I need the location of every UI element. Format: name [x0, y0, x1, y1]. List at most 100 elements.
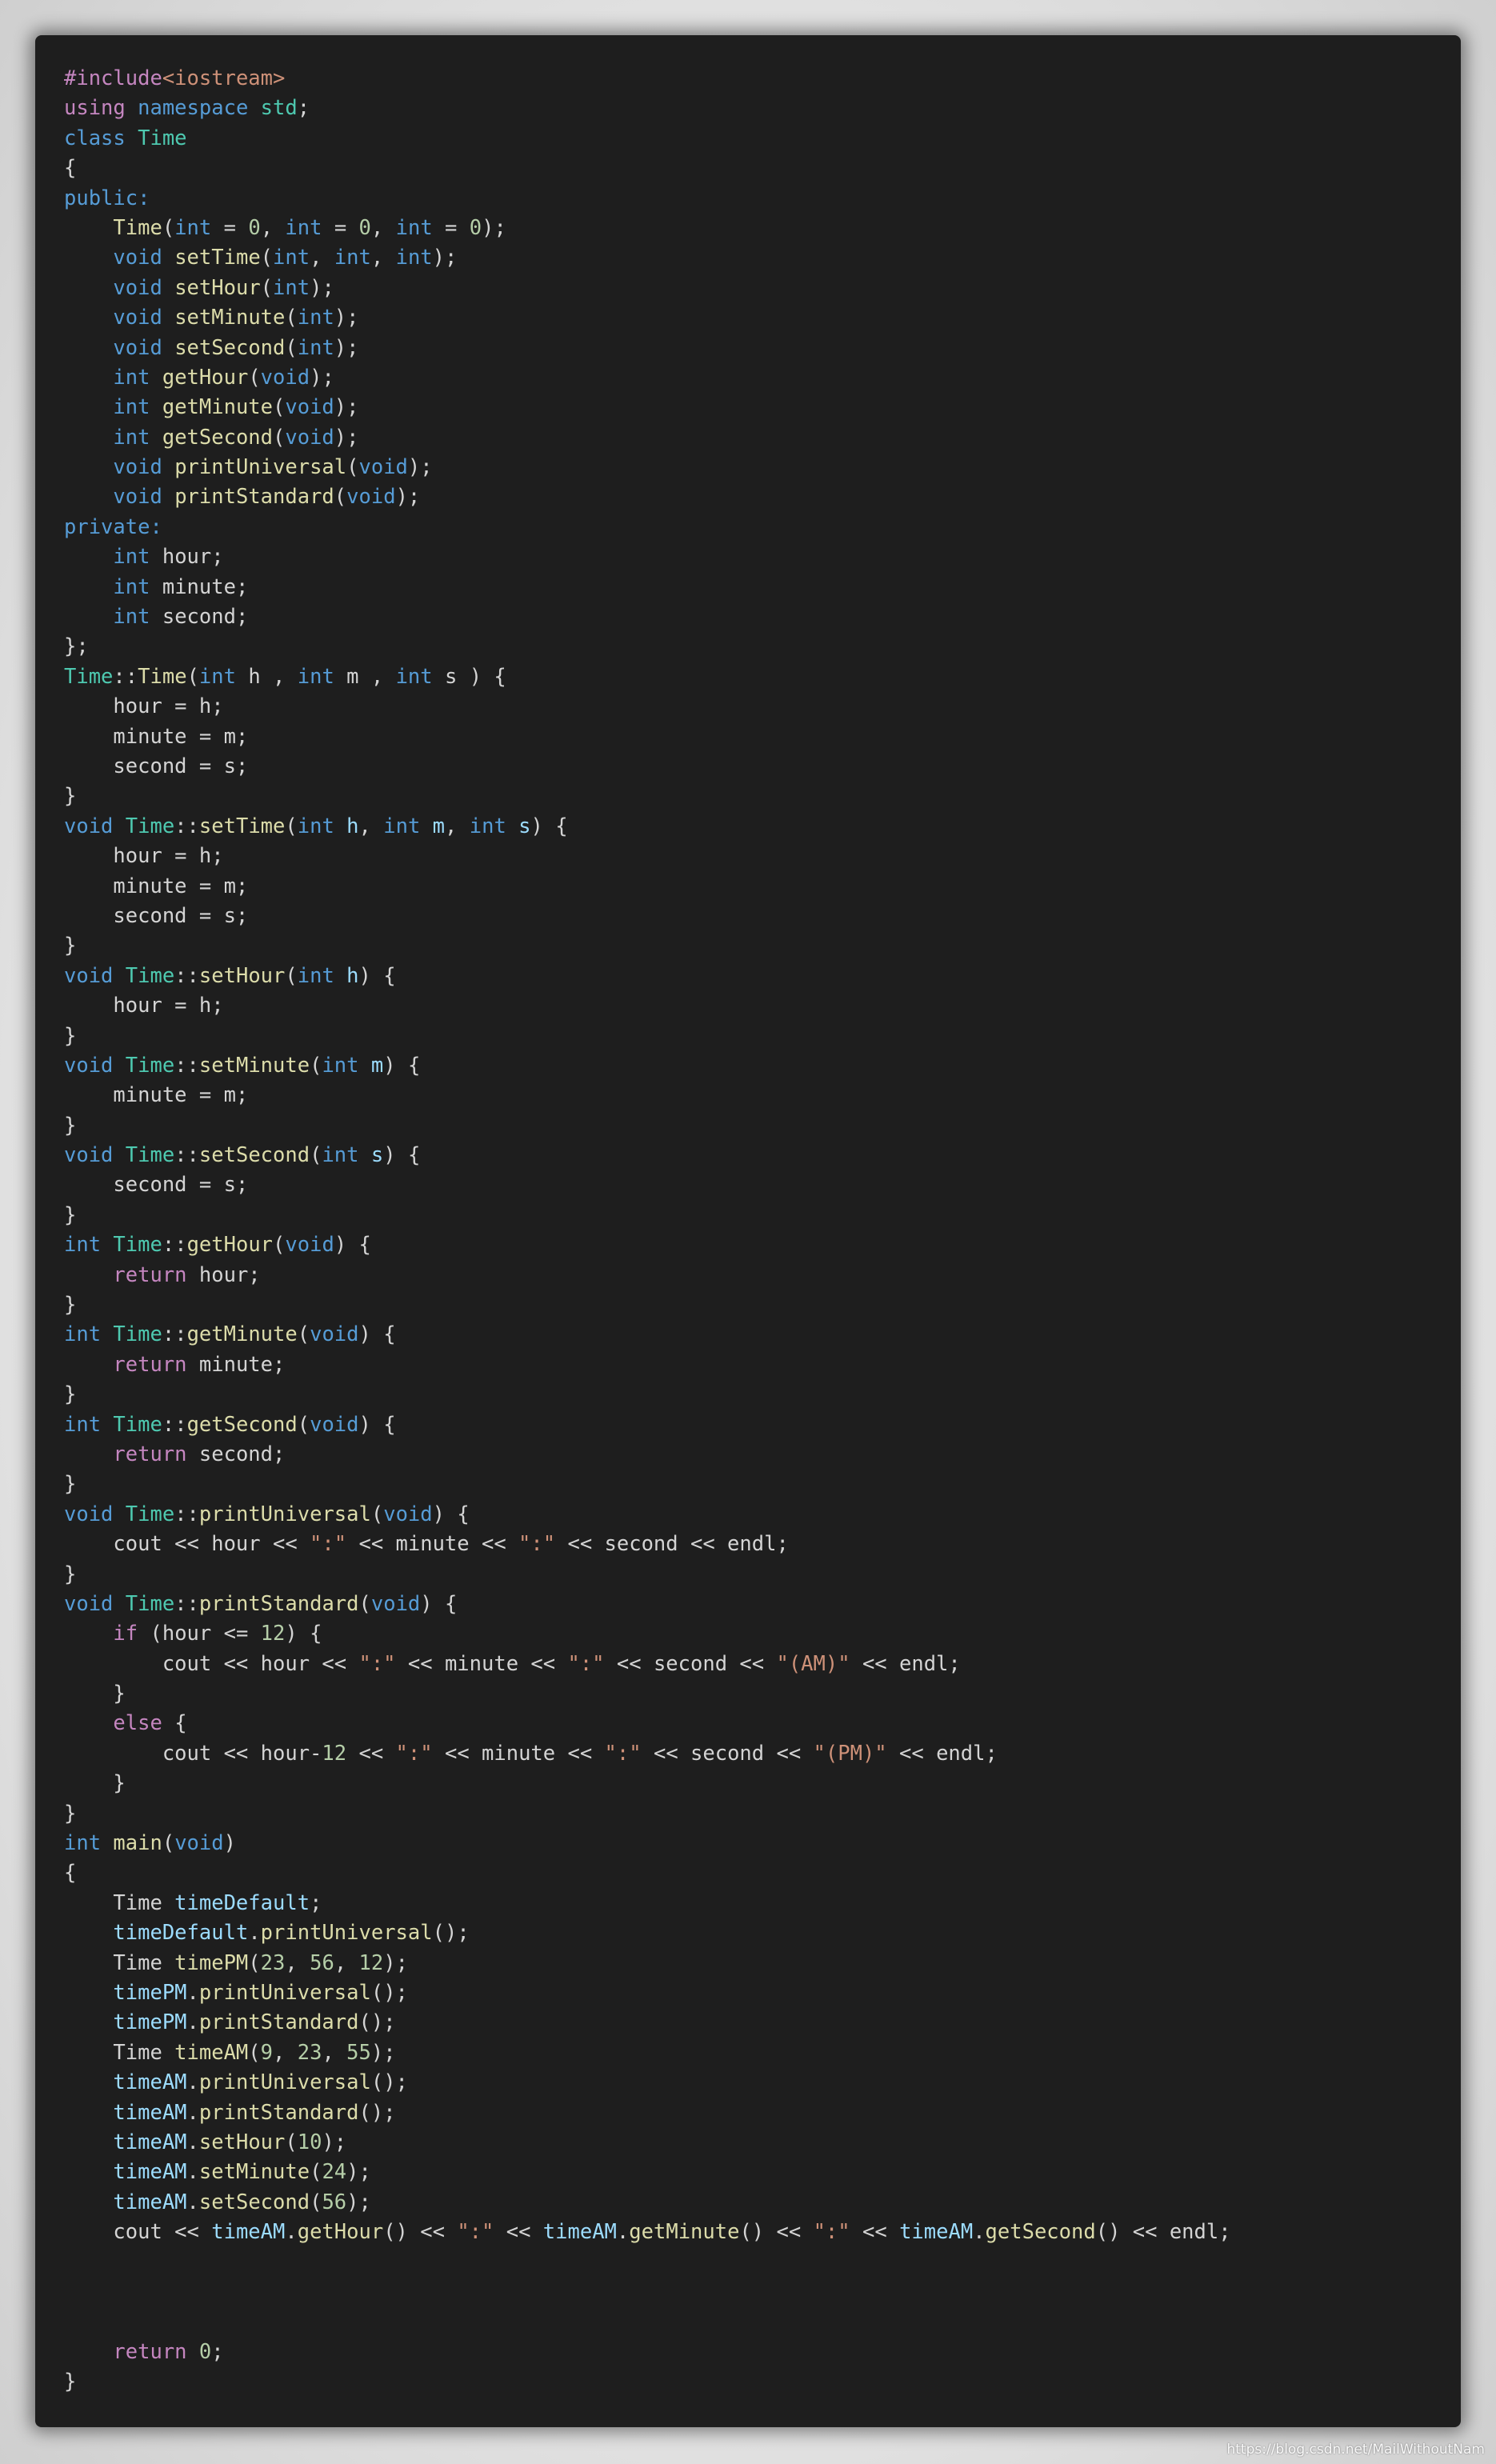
code-token: h ,: [235, 664, 298, 689]
code-line: second = s;: [64, 902, 1461, 931]
code-line: int getSecond(void);: [64, 423, 1461, 453]
code-token: printStandard: [198, 1591, 359, 1616]
code-token: return: [113, 2339, 187, 2364]
code-token: << minute <<: [346, 1532, 519, 1557]
code-line: {: [64, 154, 1461, 183]
code-line: return hour;: [64, 1261, 1461, 1290]
code-token: minute;: [186, 1352, 286, 1377]
code-token: timePM: [113, 1981, 187, 2005]
code-line: else {: [64, 1709, 1461, 1738]
code-block[interactable]: #include<iostream> using namespace std; cl…: [64, 64, 1461, 2397]
code-line: timePM.printUniversal();: [64, 1978, 1461, 2008]
code-token: <<: [494, 2220, 543, 2245]
code-token: << minute <<: [432, 1741, 605, 1766]
code-line: second = s;: [64, 752, 1461, 782]
code-token: void: [113, 246, 162, 270]
code-line: timeAM.printUniversal();: [64, 2068, 1461, 2098]
code-line: int Time::getHour(void) {: [64, 1230, 1461, 1260]
code-token: ":": [567, 1651, 605, 1676]
code-token: setHour: [198, 963, 286, 988]
code-token: Time: [125, 1591, 175, 1616]
code-token: ) {: [358, 1412, 396, 1437]
code-token: ) {: [383, 1143, 421, 1168]
code-line: void printStandard(void);: [64, 482, 1461, 512]
code-token: int: [297, 664, 334, 689]
code-token: () <<: [383, 2220, 458, 2245]
code-token: void: [285, 395, 334, 420]
code-token: int: [395, 215, 433, 240]
code-token: (: [310, 1053, 322, 1078]
code-token: namespace: [138, 96, 249, 121]
code-token: 23: [297, 2040, 322, 2065]
code-token: void: [64, 1143, 114, 1168]
code-line: void setMinute(int);: [64, 303, 1461, 333]
code-token: <iostream>: [162, 66, 286, 90]
code-token: void: [64, 814, 114, 838]
code-token: void: [285, 1233, 334, 1258]
code-token: Time: [64, 1950, 175, 1975]
code-token: (: [186, 664, 199, 689]
code-token: .: [186, 2190, 199, 2214]
code-token: int: [64, 1233, 102, 1258]
code-token: );: [432, 246, 458, 270]
code-token: hour = h;: [64, 694, 224, 719]
code-token: void: [346, 485, 396, 510]
code-token: ::: [113, 664, 138, 689]
code-token: );: [395, 485, 421, 510]
code-token: ":": [457, 2220, 494, 2245]
code-token: #include: [64, 66, 162, 90]
code-token: void: [113, 306, 162, 330]
code-token: printUniversal: [198, 1981, 371, 2005]
code-token: Time: [125, 814, 175, 838]
code-token: ":": [358, 1651, 396, 1676]
code-line: timeDefault.printUniversal();: [64, 1918, 1461, 1948]
code-token: .: [186, 2130, 199, 2154]
code-token: (: [285, 306, 298, 330]
code-token: << minute <<: [395, 1651, 568, 1676]
code-token: 0: [469, 215, 482, 240]
code-line: public:: [64, 184, 1461, 214]
code-token: timeAM: [113, 2100, 187, 2125]
code-token: 24: [322, 2160, 347, 2185]
code-line: }: [64, 2367, 1461, 2397]
code-token: m: [370, 1053, 384, 1078]
code-token: getSecond: [162, 425, 274, 450]
code-token: timeAM: [542, 2220, 617, 2245]
code-token: printUniversal: [260, 1921, 433, 1946]
code-line: Time timePM(23, 56, 12);: [64, 1949, 1461, 1978]
code-line: minute = m;: [64, 1081, 1461, 1110]
code-line: timeAM.setMinute(24);: [64, 2158, 1461, 2187]
code-token: (: [248, 1950, 261, 1975]
code-line: void Time::setSecond(int s) {: [64, 1141, 1461, 1170]
code-line: cout << hour-12 << ":" << minute << ":" …: [64, 1739, 1461, 1769]
code-token: .: [186, 2160, 199, 2185]
code-token: public:: [64, 186, 150, 210]
code-line: int Time::getSecond(void) {: [64, 1410, 1461, 1440]
code-token: ): [223, 1831, 236, 1856]
code-token: using: [64, 96, 126, 121]
code-token: ();: [370, 2070, 408, 2095]
code-token: ) {: [285, 1622, 322, 1646]
code-token: int: [395, 664, 433, 689]
code-token: ,: [358, 814, 384, 838]
